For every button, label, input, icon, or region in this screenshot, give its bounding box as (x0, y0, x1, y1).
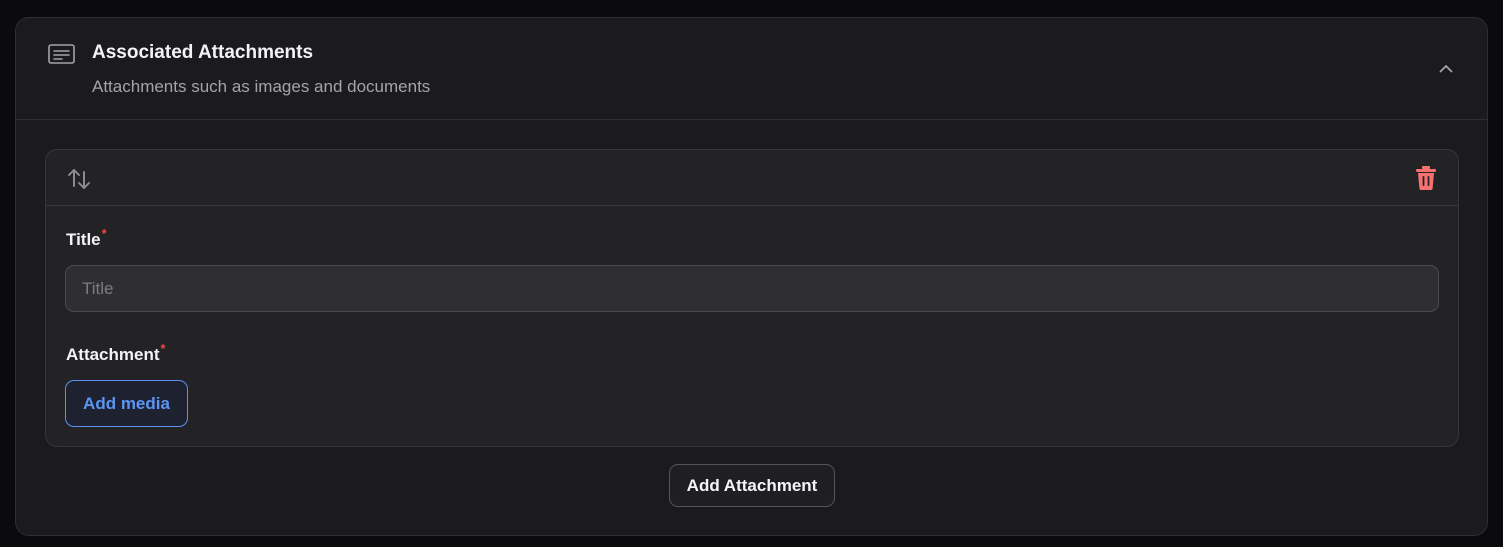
title-input[interactable] (65, 265, 1439, 312)
chevron-up-icon (1439, 60, 1453, 78)
attachment-item: Title* Attachment* Add media (45, 149, 1459, 447)
attachments-section: Associated Attachments Attachments such … (15, 17, 1488, 536)
required-marker: * (101, 226, 107, 241)
document-lines-icon (48, 44, 75, 64)
attachment-field-label: Attachment* (66, 341, 166, 365)
required-marker: * (160, 341, 166, 356)
attachment-label-text: Attachment (66, 345, 160, 364)
title-field-label: Title* (66, 226, 107, 250)
add-media-button[interactable]: Add media (65, 380, 188, 427)
section-header[interactable]: Associated Attachments Attachments such … (16, 18, 1487, 120)
trash-icon[interactable] (1414, 165, 1438, 191)
collapse-section-button[interactable] (1435, 58, 1457, 80)
section-title: Associated Attachments (92, 42, 314, 63)
title-label-text: Title (66, 230, 101, 249)
add-attachment-button[interactable]: Add Attachment (669, 464, 835, 507)
section-description: Attachments such as images and documents (92, 77, 431, 96)
item-toolbar (46, 150, 1458, 206)
arrows-up-down-icon[interactable] (66, 167, 92, 191)
